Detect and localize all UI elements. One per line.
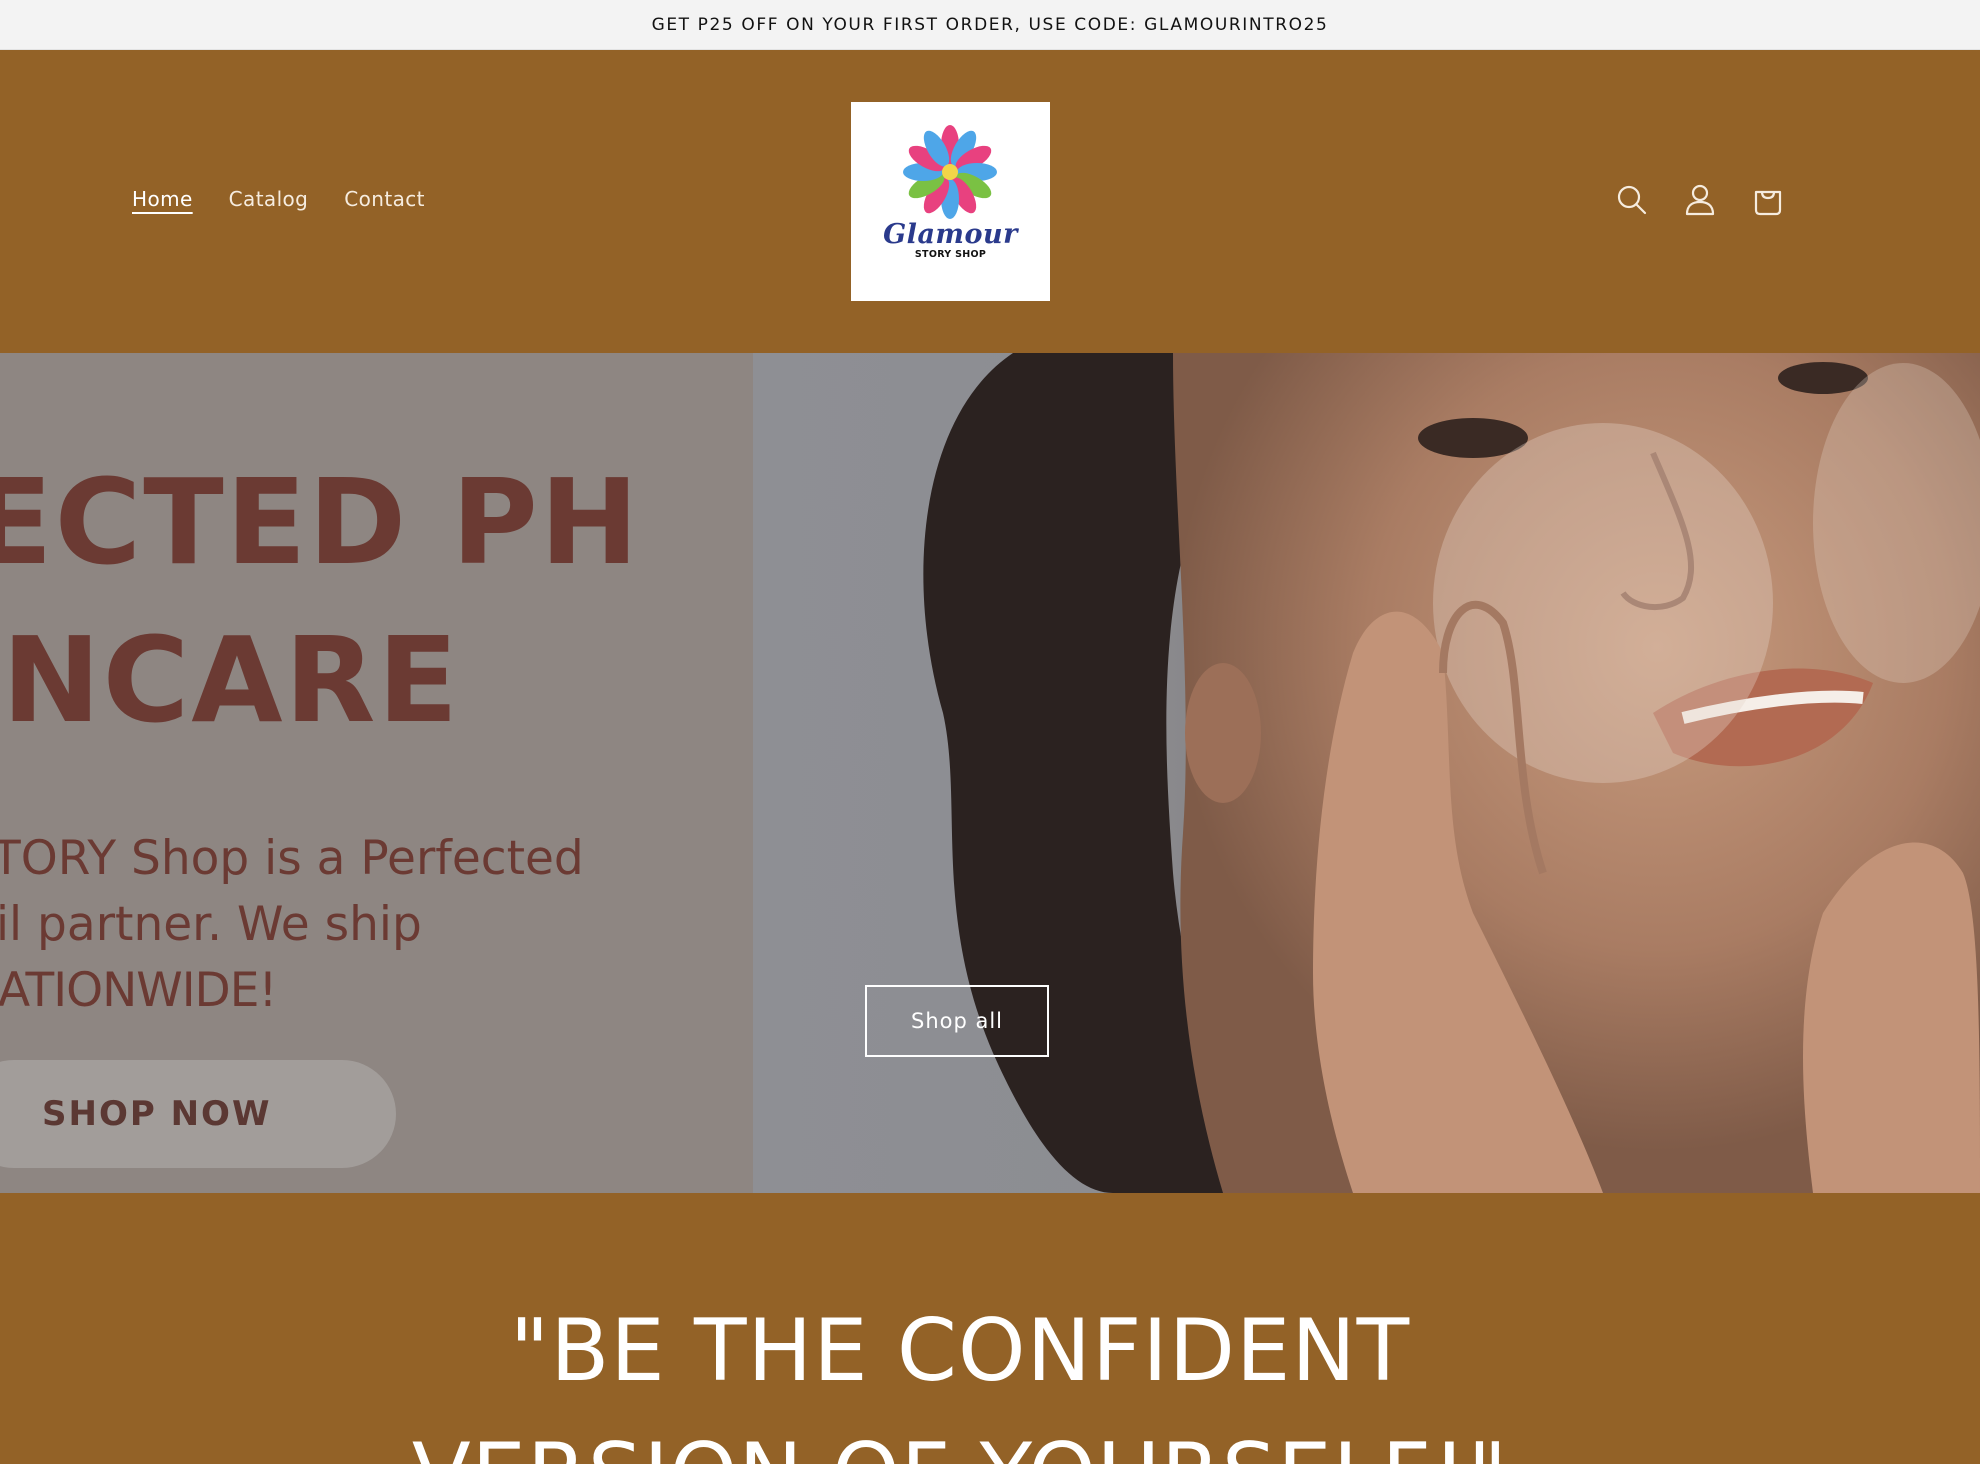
site-logo[interactable]: Glamour STORY SHOP	[851, 102, 1050, 301]
search-icon[interactable]	[1614, 180, 1650, 220]
logo-wordmark: Glamour	[883, 219, 1018, 250]
shop-now-label: SHOP NOW	[42, 1094, 272, 1134]
flower-logo-icon	[903, 125, 997, 219]
hero-body-line2: il partner. We ship	[0, 897, 422, 952]
hero-banner: ECTED PH INCARE TORY Shop is a Perfected…	[0, 353, 1980, 1193]
hero-body-line1: TORY Shop is a Perfected	[0, 831, 584, 886]
account-icon[interactable]	[1682, 180, 1718, 220]
hero-photo	[753, 353, 1980, 1193]
model-photo-image	[923, 353, 1980, 1193]
cart-icon[interactable]	[1750, 180, 1786, 220]
tagline-line2: VERSION OF YOURSELF!"	[0, 1413, 1920, 1464]
tagline-heading: "BE THE CONFIDENT VERSION OF YOURSELF!"	[0, 1289, 1920, 1464]
main-nav: Home Catalog Contact	[132, 187, 425, 211]
tagline-line1: "BE THE CONFIDENT	[509, 1301, 1411, 1401]
hero-headline-line1: ECTED PH	[0, 453, 641, 591]
hero-body-line3: ATIONWIDE!	[0, 963, 277, 1018]
site-header: Home Catalog Contact Glamour STORY SHOP	[0, 50, 1980, 353]
announcement-bar: GET P25 OFF ON YOUR FIRST ORDER, USE COD…	[0, 0, 1980, 50]
nav-contact[interactable]: Contact	[344, 187, 425, 211]
shop-all-label: Shop all	[910, 1009, 1004, 1033]
shop-all-button[interactable]: Shop all	[865, 985, 1049, 1057]
hero-headline-line2: INCARE	[0, 611, 461, 749]
announcement-text: GET P25 OFF ON YOUR FIRST ORDER, USE COD…	[651, 14, 1329, 35]
header-icons	[1614, 180, 1786, 220]
shop-now-graphic-button: SHOP NOW	[0, 1060, 396, 1168]
nav-home[interactable]: Home	[132, 187, 193, 211]
nav-catalog[interactable]: Catalog	[229, 187, 309, 211]
tagline-section: "BE THE CONFIDENT VERSION OF YOURSELF!"	[0, 1193, 1980, 1464]
logo-subtitle: STORY SHOP	[914, 249, 987, 260]
